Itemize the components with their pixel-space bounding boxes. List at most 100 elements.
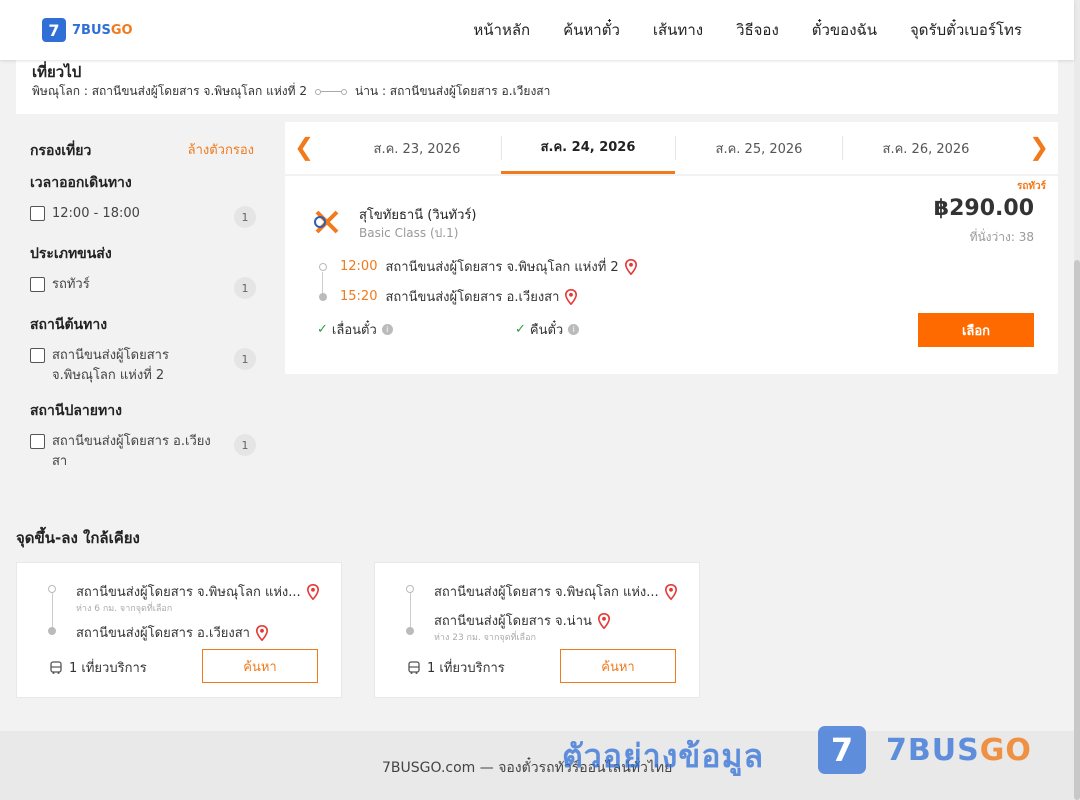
chevron-left-icon[interactable]: ❮ <box>289 132 319 162</box>
map-pin-icon[interactable] <box>306 583 319 600</box>
nearby-origin-name: สถานีขนส่งผู้โดยสาร จ.พิษณุโลก แห่ง... <box>76 585 301 600</box>
arrival-stop: 15:20 สถานีขนส่งผู้โดยสาร อ.เวียงสา <box>319 286 578 307</box>
trip-destination: น่าน : สถานีขนส่งผู้โดยสาร อ.เวียงสา <box>354 84 551 98</box>
ticket-price: ฿290.00 <box>933 196 1034 221</box>
info-icon[interactable]: i <box>568 324 580 335</box>
operator-name: สุโขทัยธานี (วินทัวร์) <box>359 208 477 223</box>
map-pin-icon[interactable] <box>565 288 578 305</box>
watermark-logo: 7 7BUSGO <box>818 726 1032 774</box>
nav-home[interactable]: หน้าหลัก <box>473 18 530 42</box>
date-tab[interactable]: ส.ค. 26, 2026 <box>842 122 1010 174</box>
timeline-line <box>52 591 53 631</box>
date-tab[interactable]: ส.ค. 25, 2026 <box>675 122 843 174</box>
map-pin-icon[interactable] <box>664 583 677 600</box>
bus-icon <box>408 660 420 674</box>
page-scrollbar[interactable] <box>1074 0 1080 800</box>
check-icon: ✓ <box>317 322 328 337</box>
nearby-trips: 1 เที่ยวบริการ <box>407 657 505 678</box>
filter-section-title: สถานีปลายทาง <box>30 403 122 419</box>
filter-count-badge: 1 <box>234 348 256 370</box>
filter-title: กรองเที่ยว <box>30 143 92 159</box>
filter-checkbox[interactable] <box>30 206 45 221</box>
logo-text-main: 7BUS <box>72 22 111 38</box>
nearby-origin: สถานีขนส่งผู้โดยสาร จ.พิษณุโลก แห่ง... <box>76 581 319 602</box>
filter-section-destination-station: สถานีปลายทาง สถานีขนส่งผู้โดยสาร อ.เวียง… <box>30 400 256 472</box>
nav-ticket-pickup-phone[interactable]: จุดรับตั๋วเบอร์โทร <box>910 18 1022 42</box>
nearby-origin: สถานีขนส่งผู้โดยสาร จ.พิษณุโลก แห่ง... <box>434 581 677 602</box>
filter-option-label: 12:00 - 18:00 <box>52 206 140 221</box>
nearby-origin-distance: ห่าง 6 กม. จากจุดที่เลือก <box>76 604 173 614</box>
nearby-trips-count: 1 เที่ยวบริการ <box>69 661 147 676</box>
bus-icon <box>50 660 62 674</box>
nav-search-tickets[interactable]: ค้นหาตั๋ว <box>563 18 620 42</box>
nav-my-tickets[interactable]: ตั๋วของฉัน <box>812 18 877 42</box>
filter-checkbox[interactable] <box>30 348 45 363</box>
select-trip-button[interactable]: เลือก <box>918 313 1034 347</box>
filter-checkbox[interactable] <box>30 434 45 449</box>
policy-change-label: เลื่อนตั๋ว <box>331 323 377 338</box>
map-pin-icon[interactable] <box>597 612 610 629</box>
destination-dot <box>48 627 56 635</box>
sample-data-watermark: ตัวอย่างข้อมูล <box>562 737 765 775</box>
origin-dot <box>406 585 414 593</box>
nearby-search-button[interactable]: ค้นหา <box>560 649 676 683</box>
map-pin-icon[interactable] <box>255 624 268 641</box>
filter-option: 12:00 - 18:00 1 <box>30 204 256 228</box>
departure-time: 12:00 <box>340 259 378 274</box>
departure-station: สถานีขนส่งผู้โดยสาร จ.พิษณุโลก แห่งที่ 2 <box>385 260 619 275</box>
site-logo[interactable]: 7 7BUSGO <box>42 18 133 42</box>
nearby-destination-distance: ห่าง 23 กม. จากจุดที่เลือก <box>434 633 536 643</box>
nearby-destination-name: สถานีขนส่งผู้โดยสาร อ.เวียงสา <box>76 626 250 641</box>
transport-type-tag: รถทัวร์ <box>1016 181 1046 192</box>
filter-option-label: สถานีขนส่งผู้โดยสาร อ.เวียงสา <box>52 434 211 469</box>
filter-section-title: ประเภทขนส่ง <box>30 246 112 262</box>
filter-option-label: รถทัวร์ <box>52 277 90 292</box>
policy-refund-ticket: ✓ คืนตั๋ว i <box>515 319 580 340</box>
nearby-card: สถานีขนส่งผู้โดยสาร จ.พิษณุโลก แห่ง... ส… <box>374 562 700 698</box>
check-icon: ✓ <box>515 322 526 337</box>
watermark-logo-mark: 7 <box>818 726 866 774</box>
filter-option: รถทัวร์ 1 <box>30 275 256 299</box>
filter-count-badge: 1 <box>234 434 256 456</box>
logo-mark: 7 <box>42 18 66 42</box>
filter-checkbox[interactable] <box>30 277 45 292</box>
logo-text-go: GO <box>110 22 133 38</box>
arrival-station: สถานีขนส่งผู้โดยสาร อ.เวียงสา <box>385 290 560 305</box>
filter-section-departure-time: เวลาออกเดินทาง 12:00 - 18:00 1 <box>30 172 256 228</box>
trip-result-card: รถทัวร์ สุโขทัยธานี (วินทัวร์) Basic Cla… <box>285 176 1058 374</box>
date-tab[interactable]: ส.ค. 23, 2026 <box>333 122 501 174</box>
trip-route: พิษณุโลก : สถานีขนส่งผู้โดยสาร จ.พิษณุโล… <box>32 82 550 101</box>
operator-logo-icon <box>314 210 339 234</box>
map-pin-icon[interactable] <box>624 258 637 275</box>
filter-section-title: เวลาออกเดินทาง <box>30 175 132 191</box>
policy-refund-label: คืนตั๋ว <box>529 323 564 338</box>
nearby-card: สถานีขนส่งผู้โดยสาร จ.พิษณุโลก แห่ง... ห… <box>16 562 342 698</box>
trip-origin: พิษณุโลก : สถานีขนส่งผู้โดยสาร จ.พิษณุโล… <box>32 84 307 98</box>
date-tab-active[interactable]: ส.ค. 24, 2026 <box>501 122 675 174</box>
filter-option: สถานีขนส่งผู้โดยสาร จ.พิษณุโลก แห่งที่ 2… <box>30 346 256 386</box>
main-nav: หน้าหลัก ค้นหาตั๋ว เส้นทาง วิธีจอง ตั๋วข… <box>440 0 1022 60</box>
filter-section-origin-station: สถานีต้นทาง สถานีขนส่งผู้โดยสาร จ.พิษณุโ… <box>30 314 256 386</box>
policy-change-ticket: ✓ เลื่อนตั๋ว i <box>317 319 393 340</box>
nav-how-to-book[interactable]: วิธีจอง <box>736 18 779 42</box>
filter-option: สถานีขนส่งผู้โดยสาร อ.เวียงสา 1 <box>30 432 256 472</box>
nearby-destination: สถานีขนส่งผู้โดยสาร จ.น่าน <box>434 610 610 631</box>
destination-dot <box>406 627 414 635</box>
filter-section-transport-type: ประเภทขนส่ง รถทัวร์ 1 <box>30 243 256 299</box>
timeline-line <box>410 591 411 631</box>
info-icon[interactable]: i <box>381 324 393 335</box>
origin-dot <box>48 585 56 593</box>
nearby-search-button[interactable]: ค้นหา <box>202 649 318 683</box>
clear-filter-link[interactable]: ล้างตัวกรอง <box>188 139 254 160</box>
trip-direction-title: เที่ยวไป <box>32 63 82 81</box>
nearby-destination: สถานีขนส่งผู้โดยสาร อ.เวียงสา <box>76 622 268 643</box>
chevron-right-icon[interactable]: ❯ <box>1024 132 1054 162</box>
filter-section-title: สถานีต้นทาง <box>30 317 108 333</box>
arrival-dot <box>319 292 327 301</box>
nav-routes[interactable]: เส้นทาง <box>653 18 703 42</box>
watermark-logo-go: GO <box>979 732 1032 768</box>
scrollbar-thumb[interactable] <box>1074 260 1080 800</box>
filter-option-label: สถานีขนส่งผู้โดยสาร จ.พิษณุโลก แห่งที่ 2 <box>52 348 169 383</box>
nearby-trips-count: 1 เที่ยวบริการ <box>427 661 505 676</box>
logo-text: 7BUSGO <box>72 23 133 38</box>
